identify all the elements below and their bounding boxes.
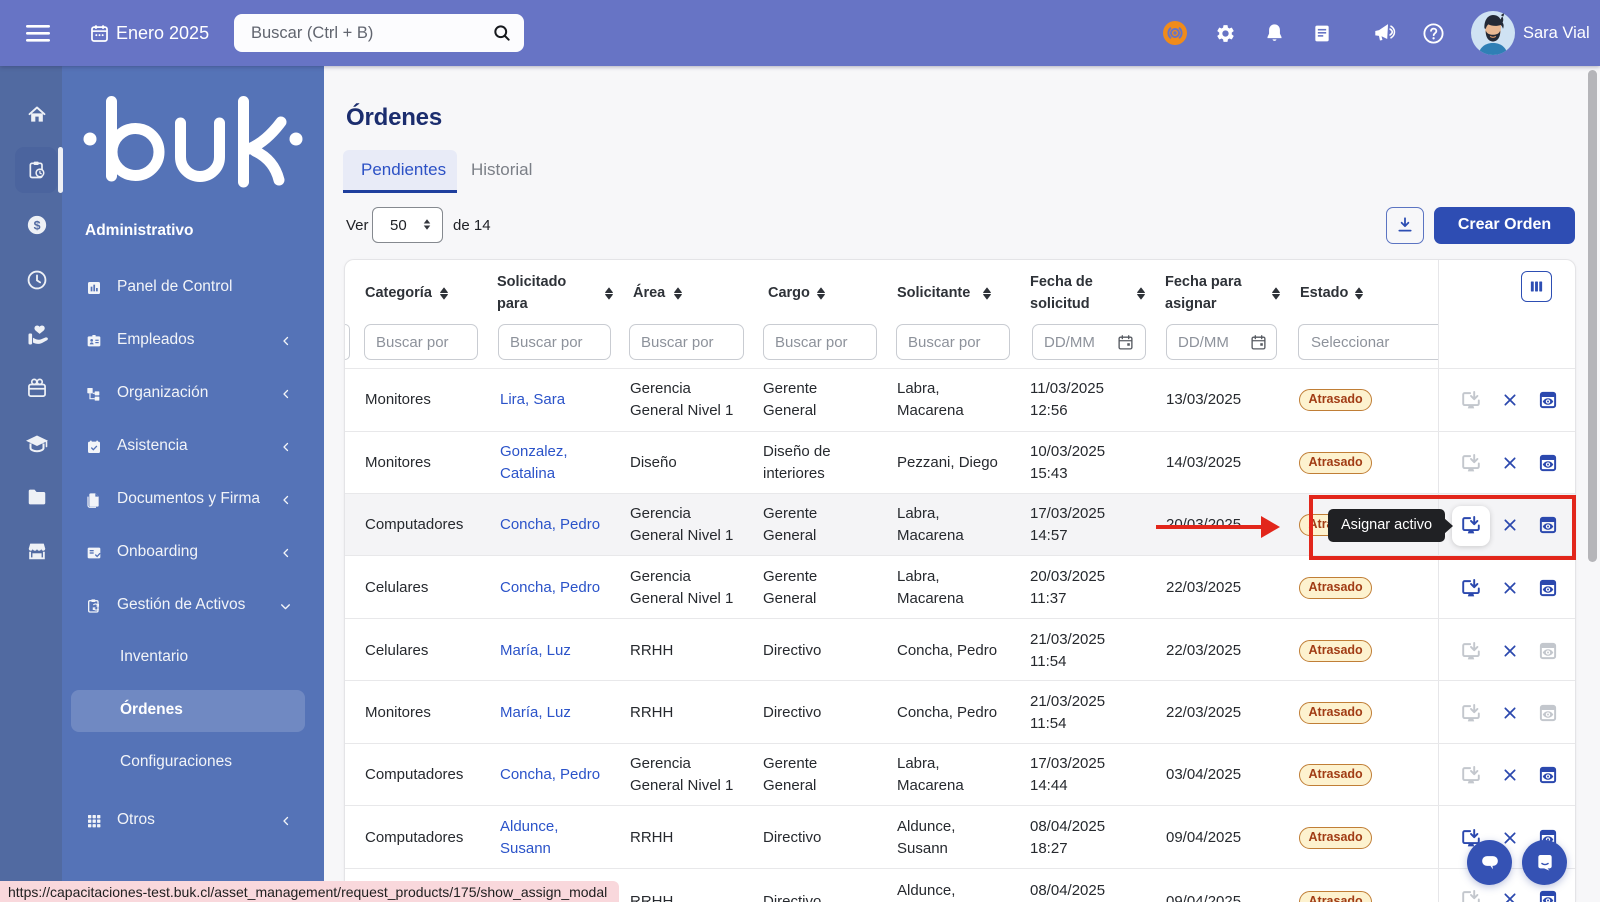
svg-text:$: $ bbox=[34, 218, 41, 232]
